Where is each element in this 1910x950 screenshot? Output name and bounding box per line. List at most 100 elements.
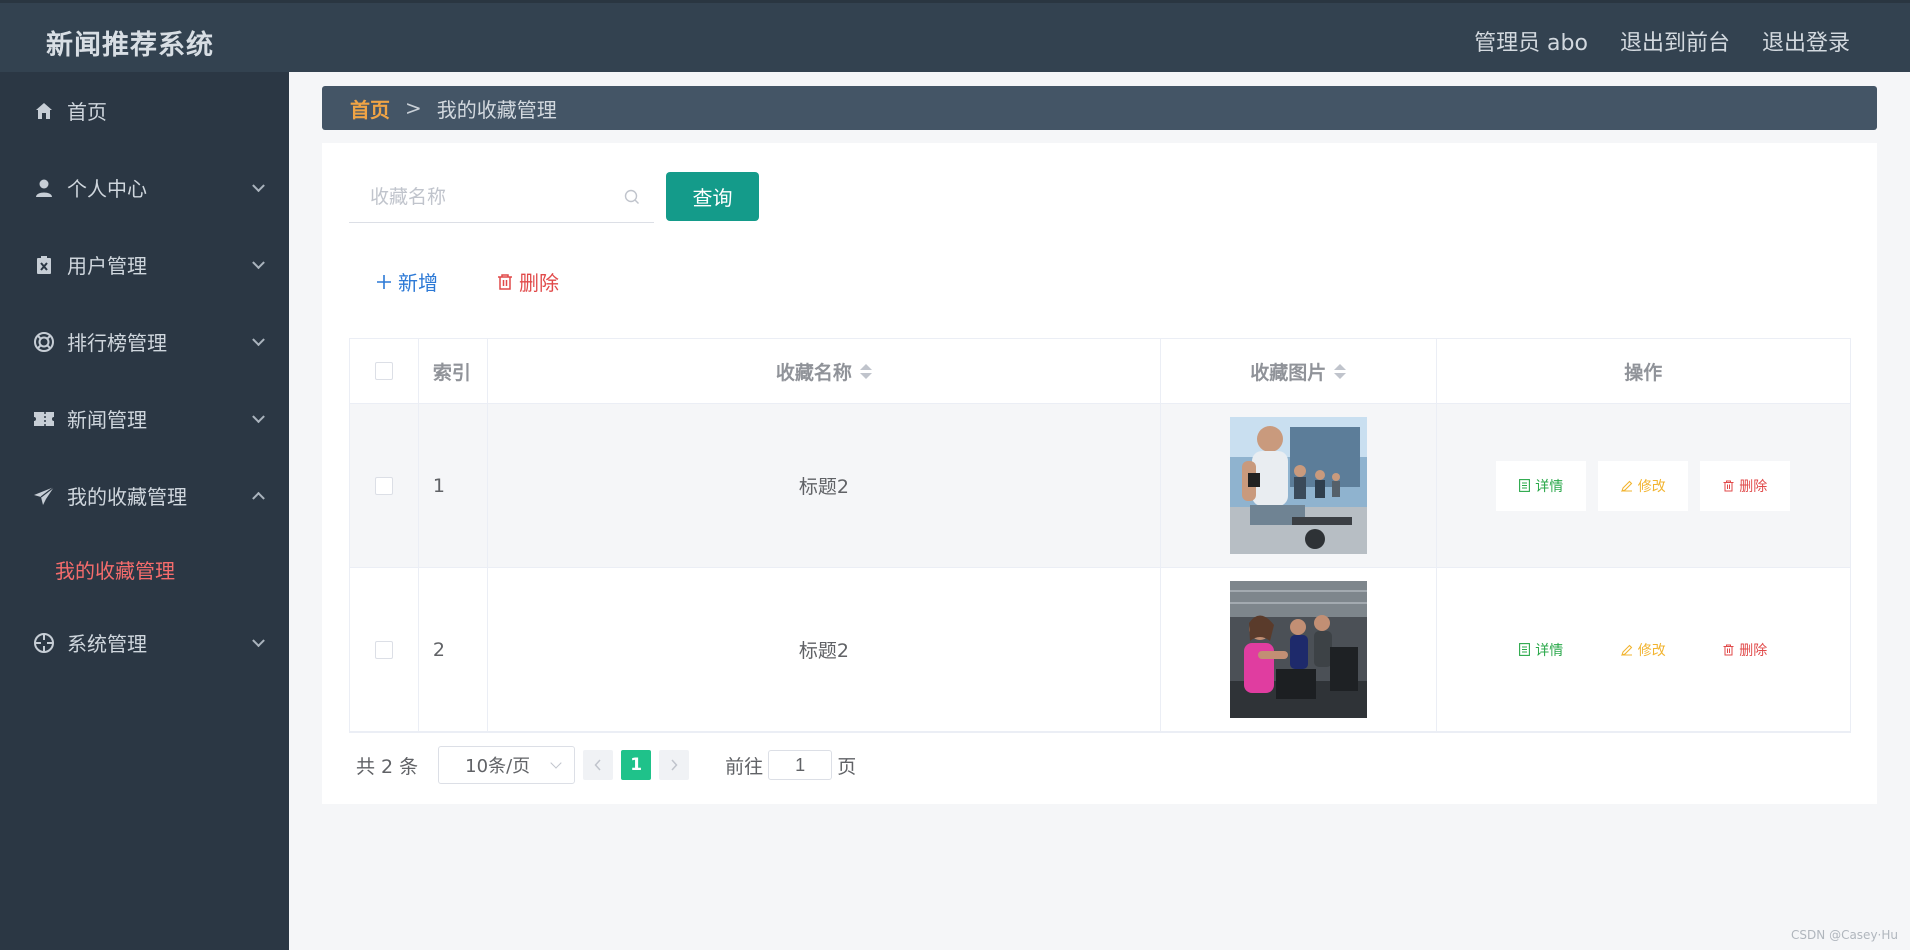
page-size-select[interactable]: 10条/页	[438, 746, 576, 784]
chevron-right-icon	[671, 759, 678, 771]
favorite-thumbnail[interactable]	[1229, 581, 1367, 718]
sidebar-item-system-management[interactable]: 系统管理	[0, 604, 289, 681]
search-input[interactable]	[349, 186, 609, 209]
row-select-cell	[350, 404, 419, 567]
sidebar-item-home[interactable]: 首页	[0, 72, 289, 149]
delete-button-label: 删除	[519, 271, 559, 295]
detail-label: 详情	[1535, 477, 1564, 494]
favorite-thumbnail[interactable]	[1229, 417, 1367, 554]
submenu-item-my-favorites[interactable]: 我的收藏管理	[0, 534, 289, 604]
row-name: 标题2	[488, 404, 1161, 567]
chevron-down-icon	[550, 757, 562, 769]
header-select-cell	[350, 339, 419, 403]
sort-icon[interactable]	[1334, 363, 1347, 379]
sidebar-item-label: 新闻管理	[67, 408, 147, 432]
header-index: 索引	[419, 339, 488, 403]
delete-button[interactable]: 删除	[1700, 460, 1791, 511]
sidebar-item-label: 排行榜管理	[67, 331, 167, 355]
breadcrumb-current: 我的收藏管理	[436, 97, 557, 122]
breadcrumb: 首页 > 我的收藏管理	[322, 86, 1877, 130]
delete-label: 删除	[1739, 641, 1768, 658]
sidebar-item-label: 我的收藏管理	[67, 485, 187, 509]
breadcrumb-home-link[interactable]: 首页	[350, 94, 390, 123]
goto-suffix: 页	[837, 755, 857, 778]
trash-icon	[498, 273, 512, 290]
total-count: 共 2 条	[356, 755, 419, 778]
edit-label: 修改	[1637, 641, 1666, 658]
breadcrumb-separator: >	[405, 96, 422, 120]
trash-icon	[1723, 480, 1734, 491]
edit-button[interactable]: 修改	[1598, 460, 1689, 511]
search-field-wrapper	[349, 173, 654, 223]
table-row: 2 标题2 详情 修改 删除	[350, 568, 1850, 732]
header-actions: 操作	[1624, 361, 1663, 384]
sidebar-item-ranking-management[interactable]: 排行榜管理	[0, 303, 289, 380]
crosshair-icon	[33, 632, 55, 654]
header-image[interactable]: 收藏图片	[1161, 339, 1437, 403]
clipboard-icon	[33, 254, 55, 276]
delete-button[interactable]: 删除	[1700, 625, 1790, 675]
admin-user-link[interactable]: 管理员 abo	[1474, 25, 1588, 57]
row-checkbox[interactable]	[374, 640, 393, 659]
header-links: 管理员 abo 退出到前台 退出登录	[1474, 25, 1850, 57]
sidebar-item-label: 系统管理	[67, 632, 147, 656]
watermark: CSDN @Casey·Hu	[1791, 928, 1898, 942]
edit-icon	[1620, 644, 1633, 656]
select-all-checkbox[interactable]	[374, 362, 393, 380]
chevron-down-icon	[252, 178, 265, 192]
header-name[interactable]: 收藏名称	[488, 339, 1161, 403]
sidebar-item-label: 个人中心	[67, 177, 147, 201]
query-button[interactable]: 查询	[666, 172, 759, 221]
edit-label: 修改	[1637, 477, 1666, 494]
detail-button[interactable]: 详情	[1496, 460, 1587, 511]
sidebar-item-label: 用户管理	[67, 254, 147, 278]
user-icon	[33, 177, 55, 199]
edit-button[interactable]: 修改	[1598, 625, 1688, 675]
detail-label: 详情	[1535, 641, 1564, 658]
prev-page-button[interactable]	[583, 750, 614, 780]
chevron-down-icon	[252, 633, 265, 647]
sidebar-item-news-management[interactable]: 新闻管理	[0, 380, 289, 457]
goto-page-input[interactable]	[768, 750, 833, 780]
add-button[interactable]: 新增	[376, 267, 438, 296]
header-image-label: 收藏图片	[1250, 361, 1327, 384]
plus-icon	[377, 274, 391, 289]
row-image-cell	[1161, 568, 1437, 731]
top-header: 新闻推荐系统 管理员 abo 退出到前台 退出登录	[0, 0, 1910, 72]
next-page-button[interactable]	[659, 750, 690, 780]
page-size-value: 10条/页	[465, 756, 531, 777]
row-checkbox[interactable]	[374, 476, 393, 495]
favorites-table: 索引 收藏名称 收藏图片 操作 1 标题2 详情 修改 删除 2 标题2 详情 …	[349, 338, 1851, 733]
chevron-up-icon	[252, 491, 265, 505]
chevron-down-icon	[252, 255, 265, 269]
pagination: 共 2 条 10条/页 1 前往 页	[356, 746, 856, 784]
row-index: 2	[419, 568, 488, 731]
sort-icon[interactable]	[859, 363, 872, 379]
sidebar-item-my-favorites[interactable]: 我的收藏管理	[0, 457, 289, 534]
page-number-current[interactable]: 1	[621, 750, 652, 780]
sidebar-item-personal-center[interactable]: 个人中心	[0, 149, 289, 226]
chevron-down-icon	[252, 409, 265, 423]
header-name-label: 收藏名称	[775, 361, 852, 384]
table-header-row: 索引 收藏名称 收藏图片 操作	[350, 339, 1850, 404]
row-image-cell	[1161, 404, 1437, 567]
row-actions-cell: 详情 修改 删除	[1437, 568, 1850, 731]
exit-to-frontend-link[interactable]: 退出到前台	[1620, 25, 1730, 57]
main-panel: 查询 新增 删除 索引 收藏名称 收藏图片 操作 1 标题2	[322, 143, 1877, 804]
detail-button[interactable]: 详情	[1496, 625, 1586, 675]
lifebuoy-icon	[33, 331, 55, 353]
chevron-down-icon	[252, 332, 265, 346]
home-icon	[33, 100, 55, 122]
table-row: 1 标题2 详情 修改 删除	[350, 404, 1850, 568]
goto-prefix: 前往	[725, 755, 764, 778]
goto-page: 前往 页	[725, 750, 856, 780]
sidebar-item-label: 首页	[67, 100, 107, 124]
sidebar-item-user-management[interactable]: 用户管理	[0, 226, 289, 303]
sidebar: 首页 个人中心 用户管理 排行榜管理 新闻管理 我的收藏管理 我的收藏管理 系统…	[0, 72, 289, 950]
delete-label: 删除	[1739, 477, 1768, 494]
document-icon	[1519, 479, 1531, 492]
add-button-label: 新增	[398, 271, 438, 295]
batch-delete-button[interactable]: 删除	[497, 267, 559, 296]
logout-link[interactable]: 退出登录	[1762, 25, 1850, 57]
row-select-cell	[350, 568, 419, 731]
